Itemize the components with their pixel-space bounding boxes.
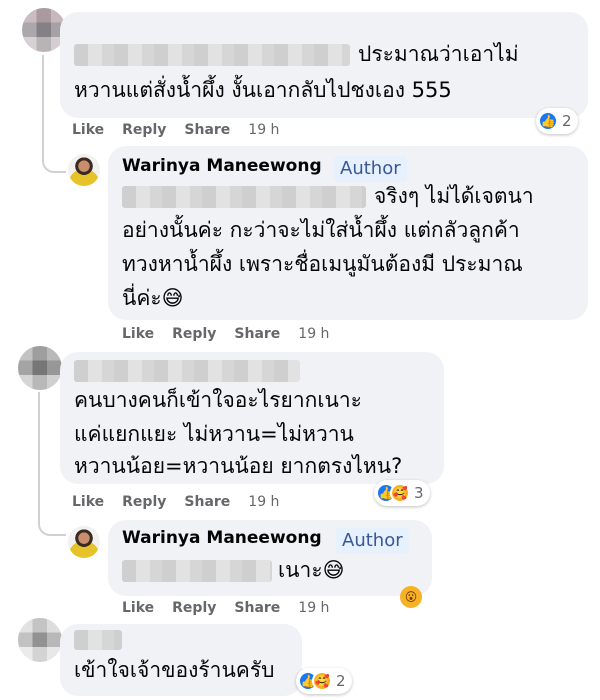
comment-text-line: เข้าใจเจ้าของร้านครับ (74, 658, 275, 682)
comment-text-line: นี่ค่ะ😅 (122, 286, 184, 310)
like-reaction-icon: 👍 (538, 111, 558, 131)
author-avatar[interactable] (68, 526, 100, 558)
reaction-count: 2 (336, 672, 346, 690)
reply-link[interactable]: Reply (122, 494, 166, 510)
author-badge: Author (334, 156, 407, 182)
thread-connector (38, 392, 66, 536)
timestamp[interactable]: 19 h (248, 494, 279, 510)
reply-link[interactable]: Reply (122, 122, 166, 138)
author-name[interactable]: Warinya Maneewong (122, 528, 322, 548)
reply-link[interactable]: Reply (172, 600, 216, 616)
like-link[interactable]: Like (122, 600, 154, 616)
share-link[interactable]: Share (234, 600, 280, 616)
comment-text-line: คนบางคนก็เข้าใจอะไรยากเนาะ (74, 388, 362, 412)
redacted-name (74, 360, 300, 382)
care-reaction-icon: 🥰 (390, 483, 410, 503)
commenter-avatar[interactable] (18, 618, 62, 662)
comment-actions: Like Reply Share 19 h (122, 326, 347, 342)
comment-actions: Like Reply Share 19 h (122, 600, 347, 616)
share-link[interactable]: Share (184, 122, 230, 138)
reaction-count: 3 (414, 484, 424, 502)
author-name[interactable]: Warinya Maneewong (122, 156, 322, 176)
reply-link[interactable]: Reply (172, 326, 216, 342)
redacted-name (74, 630, 122, 650)
comment-text-line: หวานแต่สั่งน้ำผึ้ง งั้นเอากลับไปชงเอง 55… (74, 78, 452, 102)
comment-text-line: จริงๆ ไม่ได้เจตนา (374, 184, 534, 208)
care-reaction-icon: 🥰 (312, 671, 332, 691)
commenter-avatar[interactable] (18, 346, 62, 390)
comment-text-line: แค่แยกแยะ ไม่หวาน=ไม่หวาน (74, 422, 354, 446)
share-link[interactable]: Share (234, 326, 280, 342)
reaction-summary[interactable]: 👍 2 (536, 108, 578, 134)
timestamp[interactable]: 19 h (248, 122, 279, 138)
reaction-summary[interactable]: 👍 🥰 2 (296, 668, 352, 694)
comment-text-line: หวานน้อย=หวานน้อย ยากตรงไหน? (74, 454, 403, 478)
author-avatar[interactable] (68, 154, 100, 186)
timestamp[interactable]: 19 h (298, 326, 329, 342)
like-link[interactable]: Like (122, 326, 154, 342)
reaction-summary[interactable]: 👍 🥰 3 (374, 480, 430, 506)
redacted-name (122, 560, 272, 582)
like-link[interactable]: Like (72, 122, 104, 138)
reaction-count: 2 (562, 112, 572, 130)
comment-text-line: ประมาณว่าเอาไม่ (358, 42, 519, 66)
comment-text-line: อย่างนั้นค่ะ กะว่าจะไม่ใส่น้ำผึ้ง แต่กลั… (122, 218, 520, 242)
comment-actions: Like Reply Share 19 h (72, 494, 297, 510)
wow-reaction-icon[interactable]: 😮 (400, 586, 422, 608)
comment-text-line: ทวงหาน้ำผึ้ง เพราะชื่อเมนูมันต้องมี ประม… (122, 252, 523, 276)
comment-actions: Like Reply Share 19 h (72, 122, 297, 138)
author-badge: Author (336, 528, 409, 554)
redacted-name (74, 44, 350, 66)
redacted-name (122, 186, 366, 208)
timestamp[interactable]: 19 h (298, 600, 329, 616)
thread-connector (42, 55, 66, 173)
comment-text-line: เนาะ😅 (278, 558, 345, 582)
share-link[interactable]: Share (184, 494, 230, 510)
like-link[interactable]: Like (72, 494, 104, 510)
